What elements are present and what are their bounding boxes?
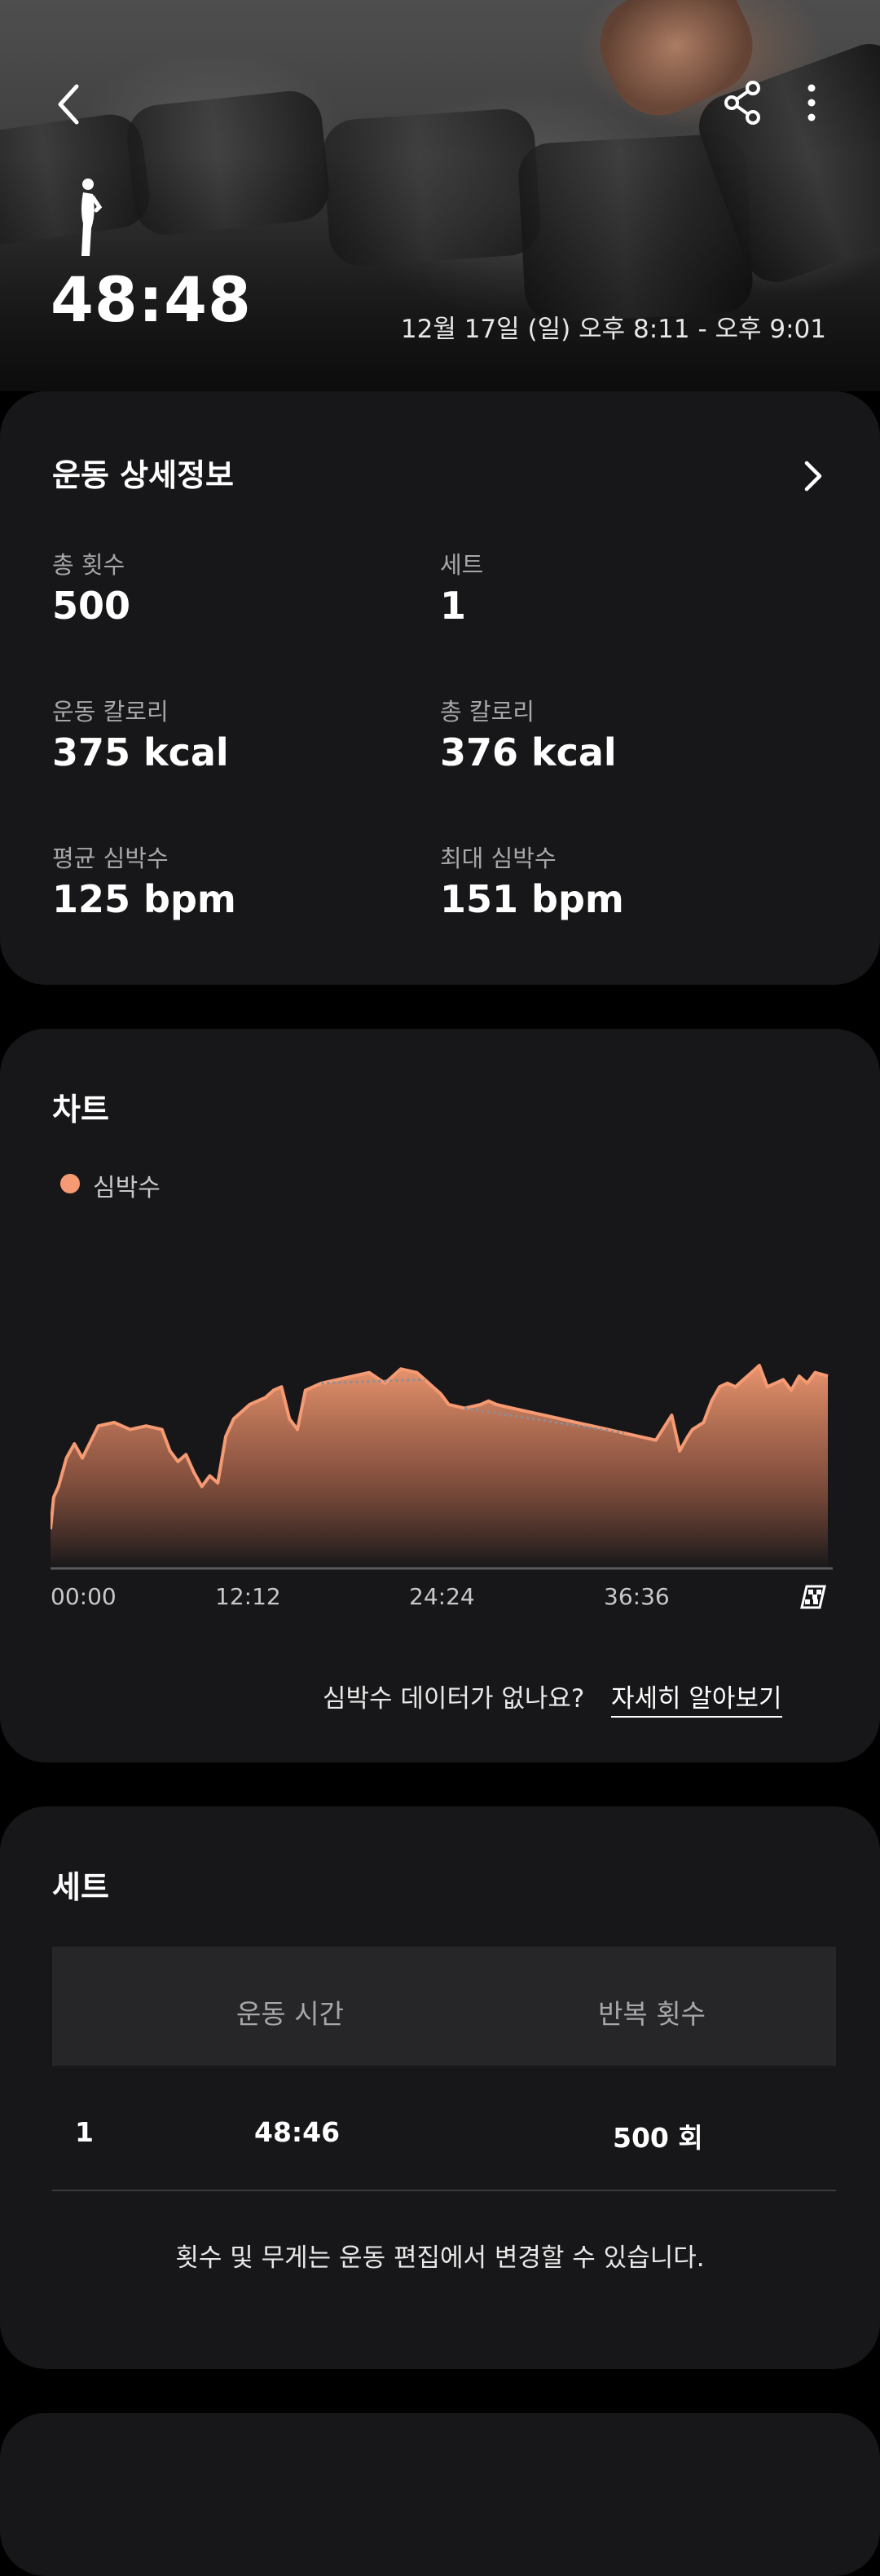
- share-icon: [724, 81, 760, 125]
- heart-rate-chart: [51, 1364, 833, 1570]
- stat-label-avg-heart-rate: 평균 심박수: [52, 845, 169, 872]
- set-duration-cell: 48:46: [254, 2116, 341, 2148]
- sets-table-header: [52, 1947, 836, 2066]
- details-open-button[interactable]: [800, 458, 825, 494]
- back-button[interactable]: [49, 78, 88, 130]
- chevron-right-icon: [804, 461, 822, 492]
- x-tick-3: 36:36: [604, 1583, 670, 1610]
- details-title: 운동 상세정보: [52, 457, 234, 493]
- x-tick-2: 24:24: [409, 1583, 475, 1610]
- workout-details-card: 운동 상세정보 총 횟수 500 세트 1 운동 칼로리 375 kcal 총 …: [0, 391, 880, 985]
- stat-value-workout-calories: 375 kcal: [52, 730, 229, 774]
- stat-value-max-heart-rate: 151 bpm: [440, 877, 624, 921]
- legend-label-heart-rate: 심박수: [93, 1174, 161, 1202]
- stat-label-max-heart-rate: 최대 심박수: [440, 845, 557, 872]
- chart-title: 차트: [52, 1092, 109, 1127]
- share-button[interactable]: [720, 78, 766, 127]
- heart-rate-area: [51, 1365, 828, 1568]
- dumbbell-curl-icon: [75, 178, 104, 259]
- workout-duration: 48:48: [51, 263, 252, 336]
- sets-title: 세트: [52, 1869, 109, 1905]
- finish-flag-icon: [799, 1583, 828, 1609]
- more-options-button[interactable]: [795, 78, 828, 127]
- stat-value-sets: 1: [440, 584, 467, 628]
- sets-edit-note: 횟수 및 무게는 운동 편집에서 변경할 수 있습니다.: [175, 2243, 705, 2273]
- set-reps-cell: 500 회: [613, 2122, 703, 2154]
- stat-label-total-reps: 총 횟수: [52, 551, 125, 579]
- next-card: [0, 2413, 880, 2576]
- chevron-left-icon: [58, 84, 79, 125]
- stat-label-workout-calories: 운동 칼로리: [52, 698, 169, 726]
- workout-date-range: 12월 17일 (일) 오후 8:11 - 오후 9:01: [400, 315, 826, 344]
- x-tick-1: 12:12: [215, 1583, 281, 1610]
- legend-dot-heart-rate: [60, 1174, 80, 1193]
- stat-label-total-calories: 총 칼로리: [440, 698, 535, 726]
- stat-value-total-calories: 376 kcal: [440, 730, 617, 774]
- stat-value-avg-heart-rate: 125 bpm: [52, 877, 236, 921]
- stat-label-sets: 세트: [440, 551, 484, 579]
- sets-card: [0, 1806, 880, 2369]
- no-heart-rate-data-text: 심박수 데이터가 없나요?: [323, 1684, 585, 1714]
- column-header-reps: 반복 횟수: [598, 1998, 706, 2030]
- stat-value-total-reps: 500: [52, 584, 131, 628]
- more-vertical-icon: [807, 84, 816, 121]
- learn-more-link[interactable]: 자세히 알아보기: [611, 1678, 782, 1718]
- x-tick-0: 00:00: [51, 1583, 117, 1610]
- set-number-cell: 1: [75, 2116, 94, 2148]
- table-row-divider: [52, 2190, 836, 2191]
- column-header-duration: 운동 시간: [236, 1998, 344, 2030]
